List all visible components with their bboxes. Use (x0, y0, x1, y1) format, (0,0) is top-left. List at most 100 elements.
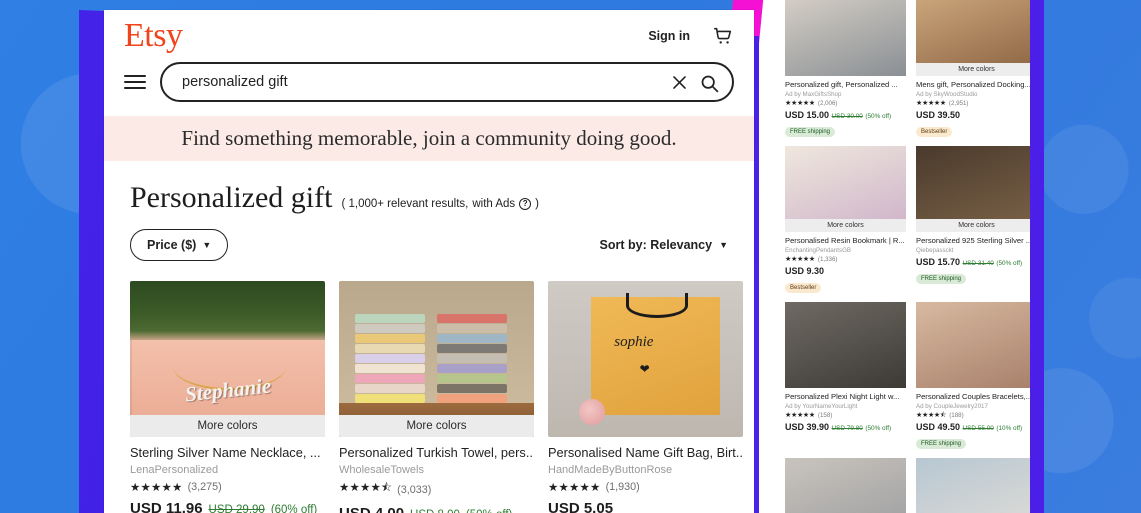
sort-by-label: Sort by: Relevancy (599, 238, 713, 252)
sign-in-link[interactable]: Sign in (648, 29, 690, 43)
product-title[interactable]: Personalized gift, Personalized ... (785, 79, 906, 90)
product-title[interactable]: Personalised Name Gift Bag, Birt... (548, 444, 743, 461)
site-header: Etsy Sign in (104, 10, 754, 62)
product-card[interactable]: sophie ❤ Personalised Name Gift Bag, Birt… (548, 281, 743, 513)
review-count: (1,336) (817, 256, 838, 263)
product-thumbnail[interactable] (785, 458, 906, 513)
background-product-card[interactable]: Personalized Plexi Night Light w... Ad by… (785, 302, 906, 450)
results-count: ( 1,000+ relevant results, (341, 198, 469, 210)
product-shop-name: Ad by SkyWoodStudio (916, 91, 978, 98)
product-thumbnail[interactable]: Stephanie More colors (130, 281, 325, 437)
product-title[interactable]: Mens gift, Personalized Docking... (916, 79, 1037, 90)
star-rating-icon: ★★★★★ (785, 256, 815, 263)
badge-label: FREE shipping (921, 441, 962, 447)
product-shop-name[interactable]: WholesaleTowels (339, 462, 534, 478)
chevron-down-icon: ▼ (202, 239, 212, 250)
product-title[interactable]: Personalized 925 Sterling Silver ... (916, 235, 1037, 246)
product-title[interactable]: Personalised Resin Bookmark | R... (785, 235, 906, 246)
product-rating: ★★★★⯪ (188) (916, 411, 1037, 420)
product-original-price: USD 31.40 (962, 260, 994, 267)
product-thumbnail[interactable] (916, 458, 1037, 513)
product-title[interactable]: Personalized Turkish Towel, pers... (339, 444, 534, 461)
more-colors-label: More colors (339, 415, 534, 437)
product-original-price: USD 79.80 (831, 425, 863, 432)
product-shop-name[interactable]: LenaPersonalized (130, 462, 325, 478)
product-rating: ★★★★★ (2,006) (785, 99, 906, 108)
price-filter-button[interactable]: Price ($) ▼ (130, 229, 229, 261)
product-price-row: USD 39.90 USD 79.80 (50% off) (785, 422, 906, 432)
gift-bag-photo: sophie ❤ (548, 281, 743, 437)
review-count: (158) (817, 412, 833, 419)
close-x-icon[interactable] (670, 73, 689, 92)
search-box[interactable] (160, 62, 734, 102)
magnifier-search-icon[interactable] (699, 73, 719, 92)
product-price: USD 39.50 (916, 110, 961, 120)
product-discount: (50% off) (865, 425, 892, 432)
product-price: USD 39.90 (785, 422, 830, 432)
background-results-sheet: Personalized gift, Personalized ... Ad by… (745, 0, 1038, 513)
product-thumbnail[interactable] (785, 302, 906, 388)
background-product-card[interactable]: Personalized gift, Personalized ...Ad by… (785, 0, 906, 138)
product-discount: (50% off) (466, 509, 512, 513)
product-title[interactable]: Personalized Couples Bracelets,... (916, 391, 1037, 402)
product-card[interactable]: More colors Personalized Turkish Towel, … (339, 281, 534, 513)
etsy-logo[interactable]: Etsy (124, 19, 183, 53)
etsy-search-results-window: Etsy Sign in personalized gift Find some… (104, 10, 754, 513)
product-thumbnail[interactable] (916, 302, 1037, 388)
product-shop-name: Ad by YourNameYourLight (785, 403, 858, 410)
product-shop-name[interactable]: HandMadeByButtonRose (548, 462, 743, 478)
star-rating-icon: ★★★★⯪ (339, 482, 393, 494)
product-original-price: USD 8.00 (410, 509, 460, 513)
search-input[interactable] (182, 74, 660, 90)
turkish-towels-photo (339, 281, 534, 437)
product-rating: ★★★★⯪ (3,033) (339, 480, 534, 499)
review-count: (1,930) (605, 481, 640, 493)
product-price: USD 49.50 (916, 422, 961, 432)
product-thumbnail[interactable]: More colors (916, 0, 1037, 76)
hamburger-menu-icon[interactable] (124, 75, 146, 89)
product-price: USD 4.00 (339, 505, 404, 513)
background-product-card[interactable]: More colors Mens gift, Personalized Docki… (916, 0, 1037, 138)
product-thumbnail[interactable] (785, 0, 906, 76)
price-filter-label: Price ($) (147, 238, 197, 252)
product-thumbnail[interactable]: sophie ❤ (548, 281, 743, 437)
shopping-cart-icon[interactable] (712, 25, 734, 47)
product-original-price: USD 55.00 (962, 425, 994, 432)
product-rating: ★★★★★ (2,951) (916, 99, 1037, 108)
background-product-grid: Personalized gift, Personalized ... Ad by… (745, 0, 1038, 513)
purple-slab-right-edge (1030, 0, 1044, 513)
background-product-card[interactable]: More colors Personalised Resin Bookmark |… (785, 146, 906, 294)
product-thumbnail[interactable]: More colors (785, 146, 906, 232)
filter-sort-row: Price ($) ▼ Sort by: Relevancy ▼ (104, 215, 754, 261)
background-product-card[interactable]: Personalized gift for her ...Ad by GiftS… (916, 458, 1037, 513)
results-meta: ( 1,000+ relevant results, with Ads ? ) (341, 198, 539, 210)
product-rating: ★★★★★ (1,930) (548, 480, 743, 494)
product-price-row: USD 11.96 USD 29.90 (60% off) (130, 500, 325, 513)
star-rating-icon: ★★★★★ (130, 482, 183, 494)
product-thumbnail[interactable]: More colors (916, 146, 1037, 232)
product-price: USD 9.30 (785, 266, 825, 276)
product-card[interactable]: Stephanie More colors Sterling Silver Na… (130, 281, 325, 513)
product-discount: (10% off) (996, 425, 1023, 432)
status-badge: FREE shipping (785, 127, 836, 137)
product-title[interactable]: Sterling Silver Name Necklace, ... (130, 444, 325, 461)
product-thumbnail[interactable]: More colors (339, 281, 534, 437)
product-price: USD 11.96 (130, 500, 203, 513)
product-discount: (60% off) (270, 504, 318, 513)
more-colors-label: More colors (785, 219, 906, 232)
product-title[interactable]: Personalized Plexi Night Light w... (785, 391, 906, 402)
star-rating-icon: ★★★★★ (916, 100, 946, 107)
sort-by-dropdown[interactable]: Sort by: Relevancy ▼ (600, 238, 728, 252)
review-count: (188) (949, 412, 964, 419)
search-bar-row (104, 62, 754, 116)
background-product-card[interactable]: Personalized Couples Bracelets,... Ad by … (916, 302, 1037, 450)
product-price-row: USD 9.30 (785, 266, 906, 276)
background-product-card[interactable]: More colors Personalized 925 Sterling Sil… (916, 146, 1037, 294)
product-price-row: USD 39.50 (916, 110, 1037, 120)
with-ads-label: with Ads (472, 198, 516, 210)
more-colors-label: More colors (916, 219, 1037, 232)
status-badge: FREE shipping (916, 439, 967, 449)
question-mark-circle-icon[interactable]: ? (519, 198, 532, 210)
background-product-card[interactable]: Personalized gift, Personalized ...Ad by… (785, 458, 906, 513)
product-discount: (50% off) (865, 113, 892, 120)
